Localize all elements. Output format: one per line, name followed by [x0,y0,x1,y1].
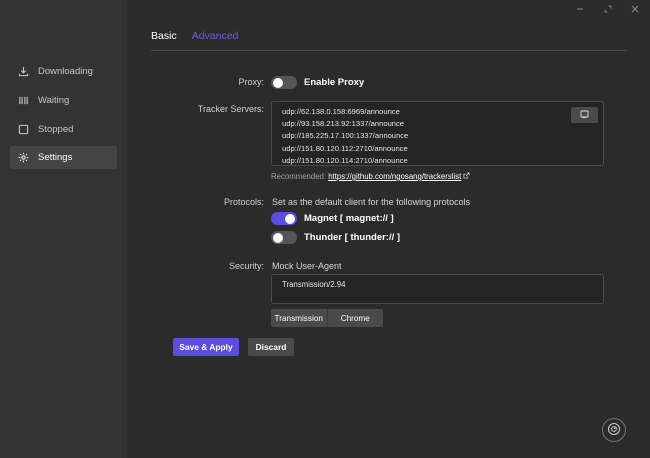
tracker-server-line: udp://151.80.120.112:2710/announce [282,143,408,153]
download-icon [18,66,29,77]
sidebar: Downloading Waiting Stopped Settings [0,0,127,458]
sidebar-item-label: Stopped [38,124,74,135]
save-apply-button[interactable]: Save & Apply [173,338,239,356]
settings-tabs: Basic Advanced [151,30,238,42]
tab-advanced[interactable]: Advanced [192,30,239,42]
speedometer-icon [607,422,621,438]
user-agent-textarea[interactable]: Transmission/2.94 [271,274,604,304]
proxy-label: Proxy: [238,77,264,87]
user-agent-value: Transmission/2.94 [282,280,346,289]
tracker-server-line: udp://62.138.0.158:6969/announce [282,107,400,116]
tracker-server-line: udp://93.158.213.92:1337/announce [282,119,405,129]
gear-icon [18,152,29,163]
thunder-toggle[interactable] [271,231,297,244]
sidebar-item-downloading[interactable]: Downloading [10,60,117,83]
enable-proxy-label: Enable Proxy [304,77,365,88]
protocols-description: Set as the default client for the follow… [272,197,471,207]
sidebar-item-label: Waiting [38,95,70,106]
tracker-server-line: udp://151.80.120.114:2710/announce [282,155,408,165]
minimize-icon[interactable] [573,3,587,15]
user-agent-presets: Transmission Chrome [271,309,383,327]
recommended-trackers: Recommended: https://github.com/ngosang/… [271,172,470,181]
sidebar-item-waiting[interactable]: Waiting [10,89,117,112]
settings-panel: Basic Advanced [127,0,650,458]
mock-user-agent-label: Mock User-Agent [272,261,342,271]
magnet-toggle[interactable] [271,212,297,225]
protocols-label: Protocols: [223,197,264,207]
sidebar-item-label: Settings [38,152,73,163]
proxy-toggle[interactable] [271,76,297,89]
discard-button[interactable]: Discard [248,338,294,356]
pause-icon [18,95,29,106]
stop-icon [18,124,29,135]
trackerslist-link[interactable]: https://github.com/ngosang/trackerslist [328,172,461,181]
sidebar-item-label: Downloading [38,66,93,77]
sidebar-item-stopped[interactable]: Stopped [10,118,117,141]
tracker-server-line: udp://185.225.17.100:1337/announce [282,131,409,141]
external-link-icon [463,172,470,181]
tab-divider [151,50,627,51]
preset-transmission-button[interactable]: Transmission [271,309,327,327]
sync-icon [580,110,589,121]
tracker-servers-textarea[interactable]: udp://62.138.0.158:6969/announce udp://9… [271,101,604,166]
maximize-icon[interactable] [601,3,615,15]
sidebar-item-settings[interactable]: Settings [10,146,117,169]
magnet-label: Magnet [ magnet:// ] [304,213,394,224]
tab-basic[interactable]: Basic [151,30,177,42]
tracker-servers-label: Tracker Servers: [197,104,264,114]
security-label: Security: [228,261,264,271]
preset-chrome-button[interactable]: Chrome [326,309,384,327]
recommended-label: Recommended: [271,172,327,181]
speedometer-button[interactable] [602,418,626,442]
sync-tracker-button[interactable] [571,107,598,123]
close-icon[interactable] [628,3,642,15]
thunder-label: Thunder [ thunder:// ] [304,232,401,243]
